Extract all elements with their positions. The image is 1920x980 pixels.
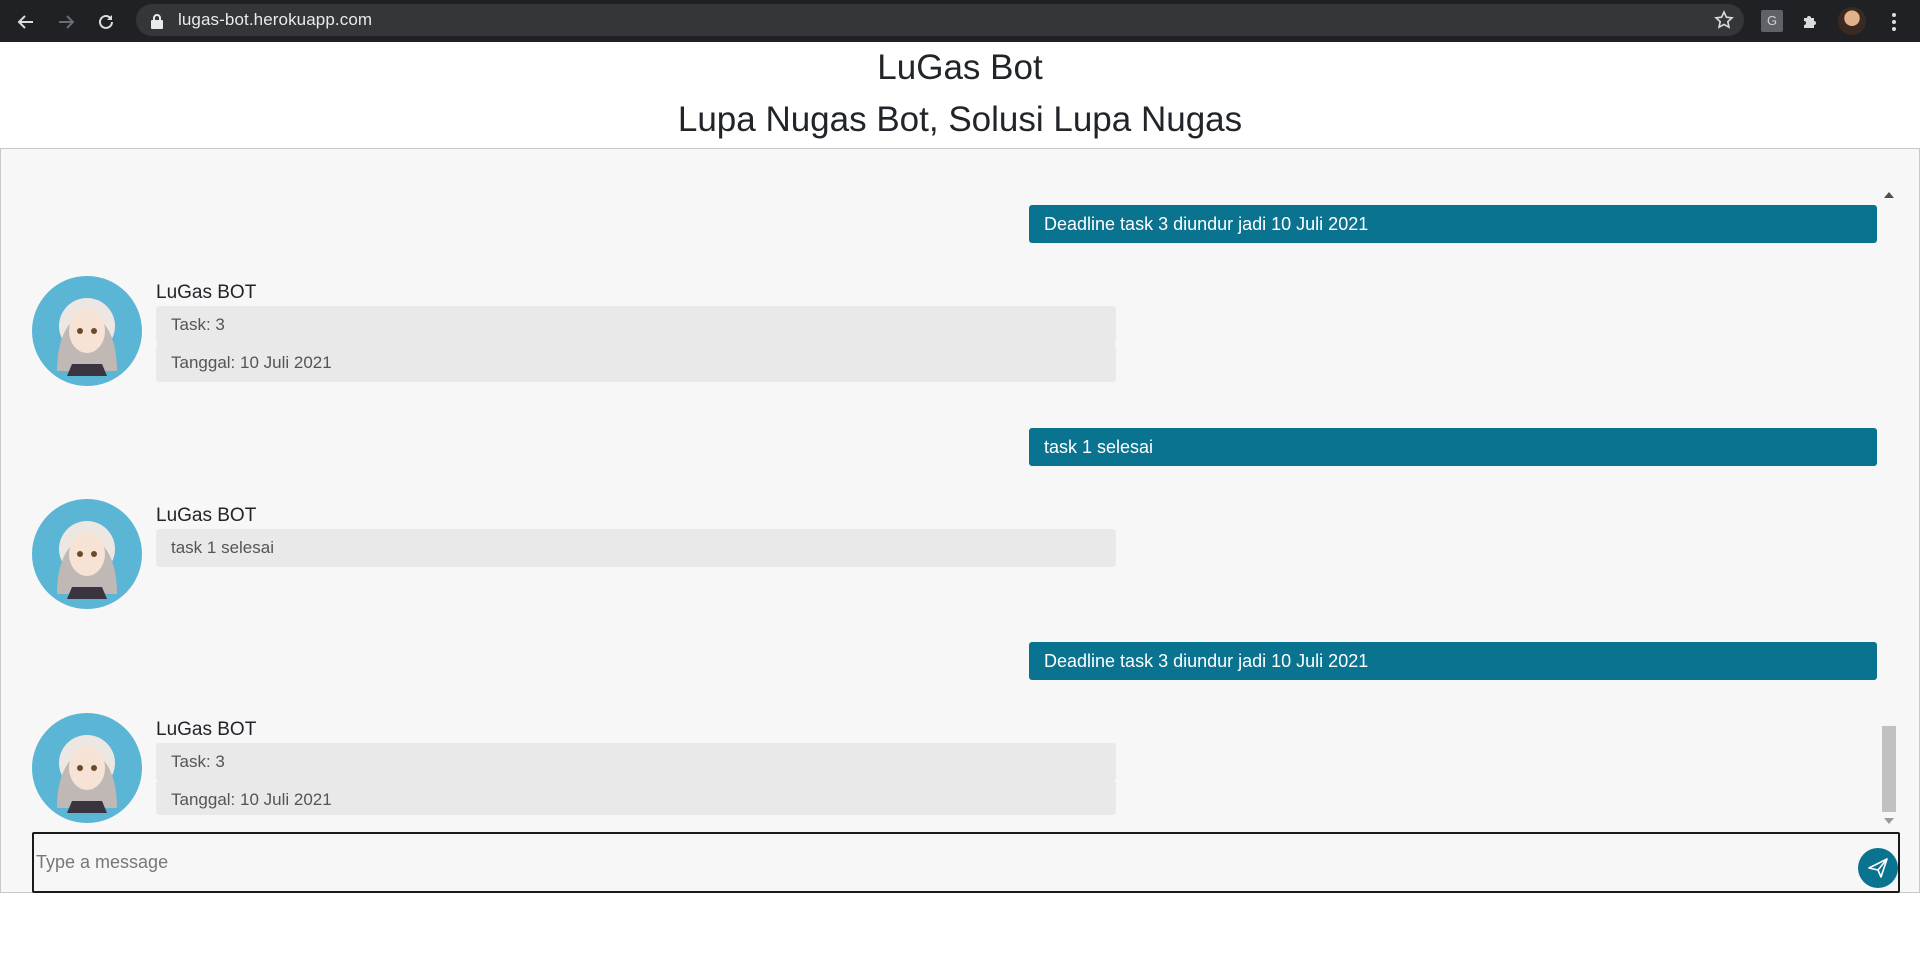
back-arrow-icon[interactable] bbox=[12, 8, 40, 36]
forward-arrow-icon[interactable] bbox=[52, 8, 80, 36]
url-text: lugas-bot.herokuapp.com bbox=[178, 10, 373, 29]
reload-icon[interactable] bbox=[92, 8, 120, 36]
bot-message-line: Task: 3 bbox=[156, 306, 1116, 344]
bot-message-line: task 1 selesai bbox=[156, 529, 1116, 567]
chat-scrollbar[interactable] bbox=[1880, 192, 1896, 828]
paper-plane-icon bbox=[1868, 858, 1888, 878]
address-bar[interactable]: lugas-bot.herokuapp.com bbox=[136, 4, 1744, 36]
message-composer bbox=[32, 832, 1900, 893]
bot-avatar bbox=[32, 499, 142, 609]
user-message: Deadline task 3 diundur jadi 10 Juli 202… bbox=[1029, 642, 1877, 680]
bot-avatar bbox=[32, 276, 142, 386]
browser-toolbar: lugas-bot.herokuapp.com G bbox=[0, 0, 1920, 42]
scroll-down-arrow-icon[interactable] bbox=[1884, 818, 1894, 824]
bot-message-line: Task: 3 bbox=[156, 743, 1116, 781]
bot-name: LuGas BOT bbox=[156, 505, 257, 526]
lock-icon bbox=[151, 14, 163, 29]
chat-messages[interactable]: Deadline task 3 diundur jadi 10 Juli 202… bbox=[0, 40, 1880, 830]
scrollbar-thumb[interactable] bbox=[1882, 726, 1896, 812]
bot-message-line: Tanggal: 10 Juli 2021 bbox=[156, 344, 1116, 382]
user-message: task 1 selesai bbox=[1029, 428, 1877, 466]
scroll-up-arrow-icon[interactable] bbox=[1884, 192, 1894, 198]
message-input[interactable] bbox=[34, 834, 1814, 891]
bot-avatar bbox=[32, 713, 142, 823]
star-icon[interactable] bbox=[1714, 10, 1734, 30]
puzzle-icon[interactable] bbox=[1800, 10, 1822, 32]
extension-g-icon[interactable]: G bbox=[1761, 10, 1783, 32]
bot-name: LuGas BOT bbox=[156, 282, 257, 303]
bot-name: LuGas BOT bbox=[156, 719, 257, 740]
user-message: Deadline task 3 diundur jadi 10 Juli 202… bbox=[1029, 205, 1877, 243]
more-vert-icon[interactable] bbox=[1884, 8, 1904, 36]
profile-avatar[interactable] bbox=[1838, 7, 1866, 35]
send-button[interactable] bbox=[1858, 848, 1898, 888]
bot-message-line: Tanggal: 10 Juli 2021 bbox=[156, 781, 1116, 815]
